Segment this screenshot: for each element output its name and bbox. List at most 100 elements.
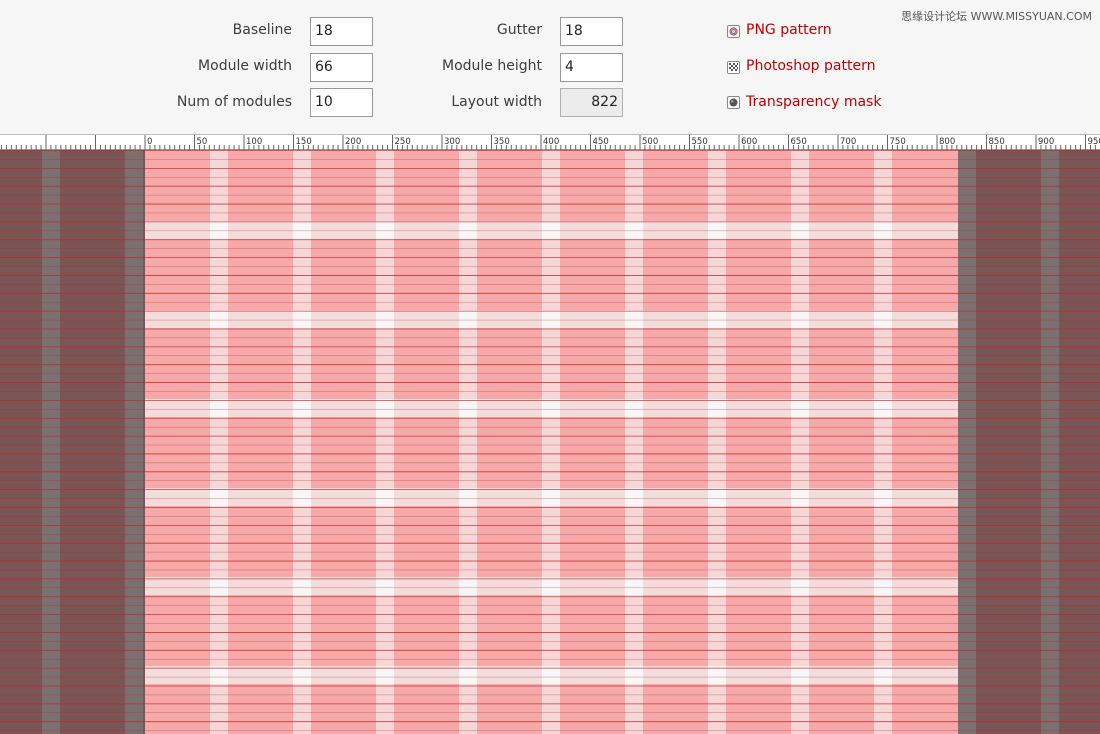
ruler-label: 150: [296, 137, 312, 147]
gutter-crossing: [293, 577, 311, 595]
baseline-label: Baseline: [232, 22, 292, 38]
module-height-label: Module height: [442, 58, 542, 74]
gutter-crossing: [708, 666, 726, 684]
gutter-crossing: [708, 310, 726, 328]
gutter-crossing: [708, 399, 726, 417]
gutter-crossing: [293, 310, 311, 328]
gutter-crossing: [791, 577, 809, 595]
module-height-input[interactable]: 4: [560, 53, 623, 82]
ruler-label: 0: [147, 137, 152, 147]
ruler-label: 450: [593, 137, 609, 147]
ruler-label: 650: [791, 137, 807, 147]
layout-width-label: Layout width: [451, 94, 542, 110]
ruler-label: 900: [1038, 137, 1054, 147]
ruler-label: 350: [494, 137, 510, 147]
ruler-label: 50: [197, 137, 208, 147]
gutter-crossing: [376, 488, 394, 506]
ruler-label: 750: [890, 137, 906, 147]
gutter-crossing: [210, 399, 228, 417]
gutter-crossing: [542, 666, 560, 684]
gutter-crossing: [791, 488, 809, 506]
gutter-crossing: [376, 310, 394, 328]
transparency-mask-link[interactable]: Transparency mask: [746, 94, 881, 110]
ruler-label: 600: [741, 137, 757, 147]
grid-canvas: [0, 150, 1100, 734]
gutter-crossing: [459, 221, 477, 239]
gutter-crossing: [376, 577, 394, 595]
gutter-crossing: [791, 666, 809, 684]
layout-width-field: 822: [560, 88, 623, 117]
outside-gutter: [1041, 150, 1059, 734]
ruler-label: 850: [989, 137, 1005, 147]
ruler-label: 800: [939, 137, 955, 147]
png-pattern-link[interactable]: PNG pattern: [746, 22, 832, 38]
gutter-crossing: [210, 666, 228, 684]
outside-gutter: [125, 150, 143, 734]
gutter-crossing: [376, 666, 394, 684]
module-width-input[interactable]: 66: [310, 53, 373, 82]
gutter-crossing: [459, 577, 477, 595]
gutter-crossing: [791, 310, 809, 328]
gutter-crossing: [874, 310, 892, 328]
settings-panel: 思缘设计论坛 WWW.MISSYUAN.COM Baseline 18 Modu…: [0, 0, 1100, 134]
gutter-crossing: [791, 221, 809, 239]
gutter-crossing: [542, 577, 560, 595]
module-width-label: Module width: [198, 58, 292, 74]
gutter-crossing: [874, 577, 892, 595]
gutter-crossing: [874, 221, 892, 239]
ruler-label: 250: [395, 137, 411, 147]
gutter-crossing: [459, 399, 477, 417]
gutter-crossing: [210, 577, 228, 595]
gutter-crossing: [542, 399, 560, 417]
outside-gutter: [958, 150, 976, 734]
photoshop-pattern-link[interactable]: Photoshop pattern: [746, 58, 875, 74]
png-icon[interactable]: [727, 25, 740, 38]
gutter-crossing: [625, 399, 643, 417]
gutter-crossing: [625, 666, 643, 684]
watermark: 思缘设计论坛 WWW.MISSYUAN.COM: [901, 10, 1092, 23]
gutter-input[interactable]: 18: [560, 17, 623, 46]
gutter-crossing: [459, 488, 477, 506]
gutter-crossing: [376, 221, 394, 239]
mask-icon[interactable]: [727, 96, 740, 109]
gutter-crossing: [210, 310, 228, 328]
gutter-crossing: [708, 221, 726, 239]
gutter-crossing: [542, 310, 560, 328]
gutter-crossing: [293, 399, 311, 417]
gutter-crossing: [708, 488, 726, 506]
num-modules-label: Num of modules: [176, 94, 292, 110]
gutter-crossing: [210, 488, 228, 506]
ruler-label: 200: [345, 137, 361, 147]
gutter-crossing: [459, 666, 477, 684]
ruler-label: 700: [840, 137, 856, 147]
ruler-label: 500: [642, 137, 658, 147]
ruler-label: 400: [543, 137, 559, 147]
gutter-crossing: [625, 310, 643, 328]
gutter-crossing: [708, 577, 726, 595]
ruler: 0 50 100 150 200 250 300 350 400 450 500 550 600 650 7…: [0, 134, 1100, 150]
gutter-crossing: [459, 310, 477, 328]
gutter-crossing: [542, 221, 560, 239]
gutter-crossing: [791, 399, 809, 417]
gutter-crossing: [625, 221, 643, 239]
ruler-label: 550: [692, 137, 708, 147]
ruler-label: 950: [1088, 137, 1100, 147]
gutter-label: Gutter: [496, 22, 542, 38]
gutter-crossing: [293, 488, 311, 506]
outside-gutter: [42, 150, 60, 734]
ruler-label: 100: [246, 137, 262, 147]
grid-preview: [0, 150, 1100, 734]
ruler-scale: 0 50 100 150 200 250 300 350 400 450 500 550 600 650 7…: [0, 135, 1100, 150]
checker-icon[interactable]: [727, 61, 740, 74]
gutter-crossing: [874, 666, 892, 684]
gutter-crossing: [874, 488, 892, 506]
gutter-crossing: [293, 221, 311, 239]
gutter-crossing: [874, 399, 892, 417]
ruler-label: 300: [444, 137, 460, 147]
gutter-crossing: [376, 399, 394, 417]
gutter-crossing: [625, 577, 643, 595]
gutter-crossing: [210, 221, 228, 239]
num-modules-input[interactable]: 10: [310, 88, 373, 117]
baseline-input[interactable]: 18: [310, 17, 373, 46]
gutter-crossing: [293, 666, 311, 684]
